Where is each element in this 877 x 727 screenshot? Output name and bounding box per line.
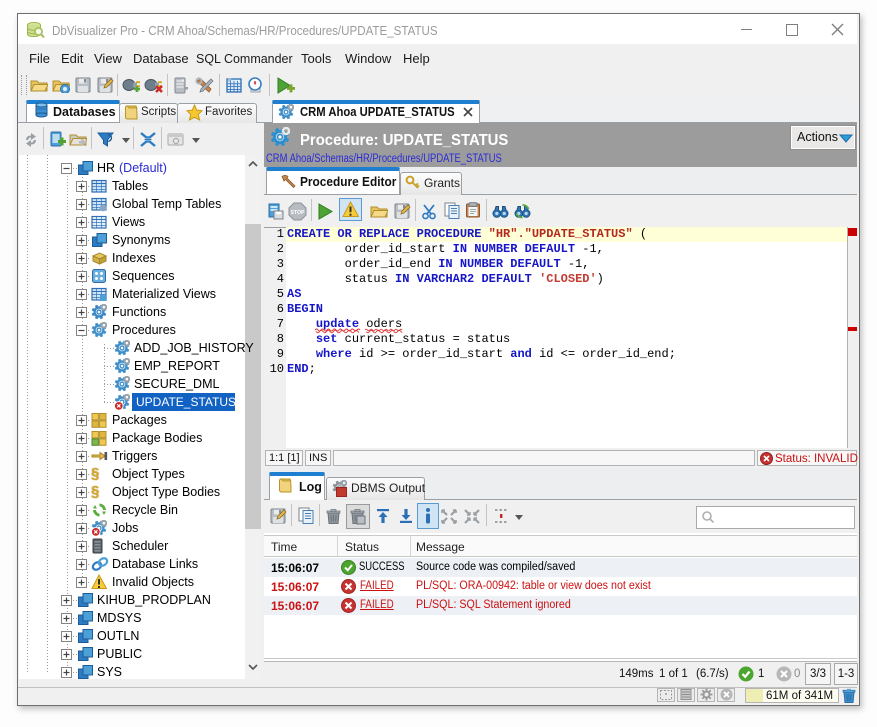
svg-text:STOP: STOP xyxy=(290,210,305,216)
